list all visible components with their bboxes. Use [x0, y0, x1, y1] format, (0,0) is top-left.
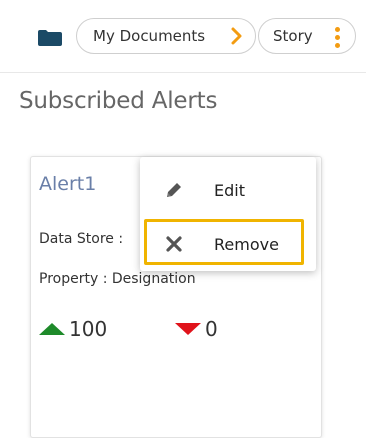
remove-label: Remove	[214, 234, 279, 254]
property-field: Property : Designation	[39, 271, 196, 287]
remove-menu-item[interactable]: Remove	[140, 217, 316, 271]
folder-icon[interactable]	[38, 30, 62, 46]
page-title: Subscribed Alerts	[19, 88, 218, 114]
breadcrumb-my-documents[interactable]: My Documents	[76, 18, 256, 54]
decrease-value: 0	[205, 317, 218, 341]
edit-label: Edit	[214, 180, 245, 200]
more-vertical-icon[interactable]	[335, 25, 341, 49]
decrease-stat: 0	[175, 317, 218, 341]
breadcrumb-label: My Documents	[93, 27, 206, 45]
arrow-up-icon	[39, 323, 65, 335]
increase-stat: 100	[39, 317, 107, 341]
arrow-down-icon	[175, 323, 201, 335]
edit-menu-item[interactable]: Edit	[140, 163, 316, 217]
data-store-field: Data Store :	[39, 231, 124, 247]
pencil-icon	[164, 180, 184, 200]
top-toolbar: My Documents Story	[0, 0, 366, 73]
alert-title: Alert1	[39, 173, 97, 195]
close-icon	[164, 234, 184, 254]
context-menu: Edit Remove	[140, 157, 316, 271]
breadcrumb-story[interactable]: Story	[258, 18, 356, 54]
increase-value: 100	[69, 317, 108, 341]
breadcrumb-label: Story	[273, 27, 313, 45]
chevron-right-icon	[229, 26, 245, 46]
